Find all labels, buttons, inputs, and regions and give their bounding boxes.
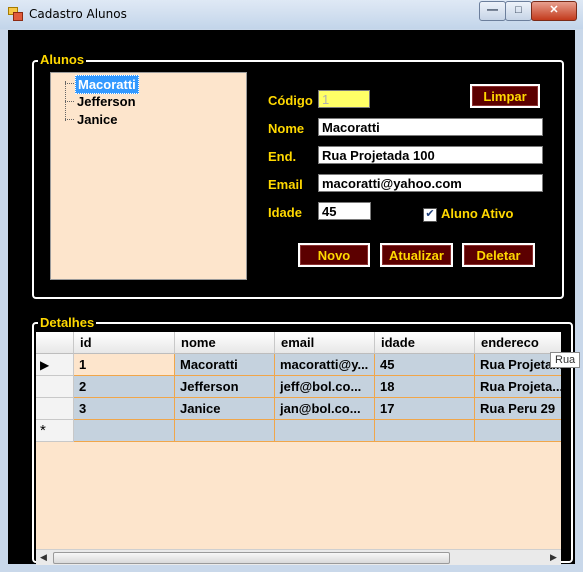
table-cell[interactable] (375, 420, 475, 442)
column-header-id[interactable]: id (74, 332, 175, 354)
table-cell[interactable]: Macoratti (175, 354, 275, 376)
window-title: Cadastro Alunos (29, 7, 127, 21)
table-cell[interactable]: macoratti@y... (275, 354, 375, 376)
tree-item-janice[interactable]: Janice (75, 111, 119, 128)
table-cell[interactable]: 18 (375, 376, 475, 398)
column-header-nome[interactable]: nome (175, 332, 275, 354)
column-header-email[interactable]: email (275, 332, 375, 354)
row-header-current-icon[interactable]: ▶ (36, 354, 74, 376)
tree-item-macoratti[interactable]: Macoratti (75, 75, 139, 94)
minimize-button[interactable]: — (479, 1, 506, 21)
close-button[interactable]: ✕ (531, 1, 577, 21)
aluno-ativo-checkbox[interactable]: ✔ (423, 208, 437, 222)
table-cell[interactable]: 2 (74, 376, 175, 398)
idade-field[interactable]: 45 (318, 202, 371, 220)
row-header-new-icon[interactable]: * (36, 420, 74, 442)
codigo-label: Código (268, 93, 313, 108)
tree-item-jefferson[interactable]: Jefferson (75, 93, 138, 110)
row-header[interactable] (36, 398, 74, 420)
row-header[interactable] (36, 376, 74, 398)
scroll-right-icon[interactable]: ▶ (546, 550, 561, 565)
column-header-idade[interactable]: idade (375, 332, 475, 354)
table-cell[interactable]: Rua Projeta... (475, 354, 561, 376)
table-cell[interactable]: jeff@bol.co... (275, 376, 375, 398)
detalhes-datagrid[interactable]: id nome email idade endereco ▶ 1 Macorat… (36, 332, 561, 549)
table-cell[interactable]: Rua Peru 29 (475, 398, 561, 420)
table-cell[interactable] (475, 420, 561, 442)
detalhes-group-label: Detalhes (38, 315, 97, 330)
limpar-button[interactable]: Limpar (470, 84, 540, 108)
scroll-thumb[interactable] (53, 552, 450, 564)
table-cell[interactable]: jan@bol.co... (275, 398, 375, 420)
table-cell[interactable] (175, 420, 275, 442)
novo-button[interactable]: Novo (298, 243, 370, 267)
maximize-button[interactable]: □ (505, 1, 532, 21)
table-cell[interactable]: Rua Projeta... (475, 376, 561, 398)
grid-horizontal-scrollbar[interactable]: ◀ ▶ (36, 549, 561, 565)
nome-label: Nome (268, 121, 305, 136)
title-bar[interactable]: Cadastro Alunos — □ ✕ (0, 0, 583, 29)
table-cell[interactable]: Jefferson (175, 376, 275, 398)
grid-corner-header (36, 332, 74, 354)
table-cell[interactable] (275, 420, 375, 442)
nome-field[interactable]: Macoratti (318, 118, 543, 136)
scroll-left-icon[interactable]: ◀ (36, 550, 51, 565)
table-cell[interactable]: 45 (375, 354, 475, 376)
table-cell[interactable]: Janice (175, 398, 275, 420)
client-area: Alunos Macoratti Jefferson Janice Código… (8, 30, 575, 565)
codigo-field[interactable]: 1 (318, 90, 370, 108)
column-header-endereco[interactable]: endereco (475, 332, 561, 354)
app-window: Cadastro Alunos — □ ✕ Alunos Macoratti J… (0, 0, 583, 572)
endereco-field[interactable]: Rua Projetada 100 (318, 146, 543, 164)
atualizar-button[interactable]: Atualizar (380, 243, 453, 267)
endereco-label: End. (268, 149, 297, 164)
table-cell[interactable]: 3 (74, 398, 175, 420)
table-cell[interactable] (74, 420, 175, 442)
aluno-ativo-label[interactable]: Aluno Ativo (441, 206, 513, 221)
app-icon (8, 7, 23, 21)
table-cell[interactable]: 17 (375, 398, 475, 420)
email-label: Email (268, 177, 303, 192)
alunos-group-label: Alunos (38, 52, 87, 67)
alunos-treeview[interactable]: Macoratti Jefferson Janice (50, 72, 247, 280)
table-cell[interactable]: 1 (74, 354, 175, 376)
deletar-button[interactable]: Deletar (462, 243, 535, 267)
email-field[interactable]: macoratti@yahoo.com (318, 174, 543, 192)
cell-tooltip: Rua (550, 352, 581, 368)
idade-label: Idade (268, 205, 302, 220)
